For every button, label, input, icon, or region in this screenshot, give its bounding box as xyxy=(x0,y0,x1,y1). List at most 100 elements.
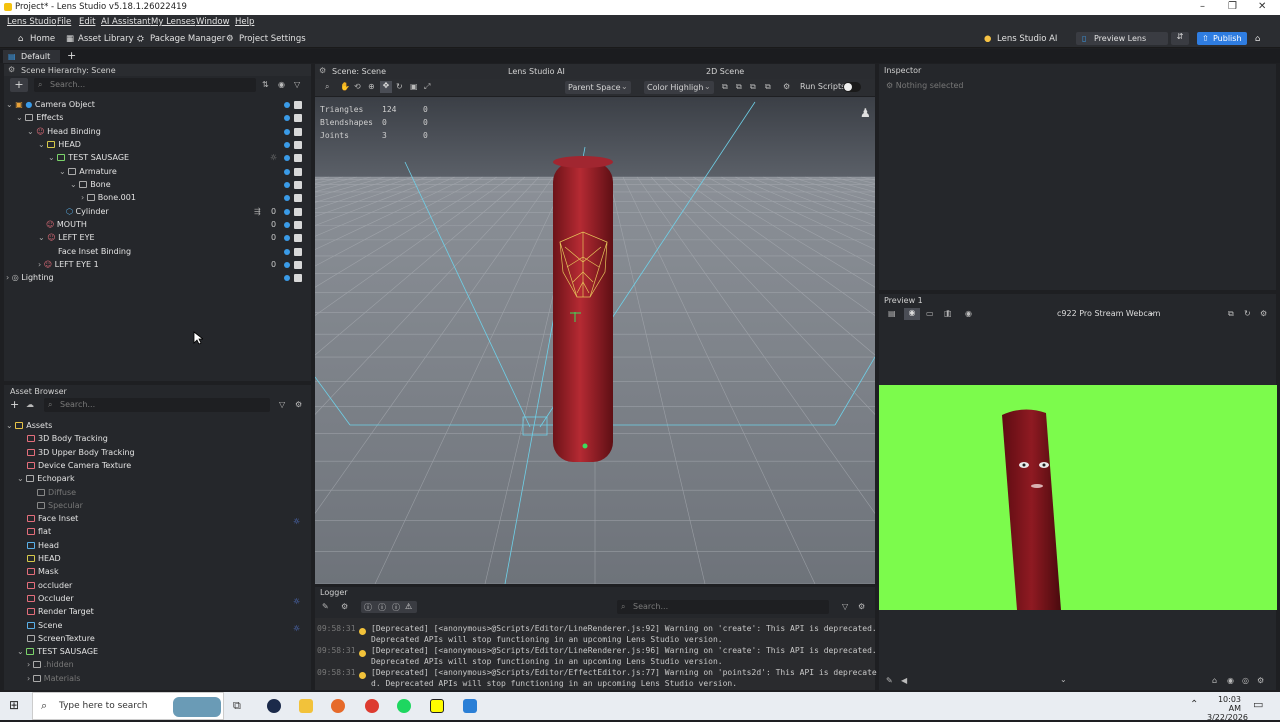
menu-my-lenses[interactable]: My Lenses xyxy=(151,17,195,27)
gear-icon[interactable]: ⚙ xyxy=(1260,309,1267,318)
asset-item[interactable]: 3D Body Tracking xyxy=(27,434,108,443)
color-highlight-dropdown[interactable]: Color Highligh ⌄ xyxy=(644,81,714,94)
tab-2d-scene[interactable]: 2D Scene xyxy=(706,67,744,76)
tree-item-head-binding[interactable]: ⌄ ☺ Head Binding xyxy=(27,127,101,136)
asset-item[interactable]: › Materials xyxy=(27,674,80,683)
device-icon[interactable]: ▤ xyxy=(888,309,896,318)
eye-icon[interactable]: ◉ xyxy=(278,80,285,89)
tree-item-lighting[interactable]: › ◎ Lighting xyxy=(6,273,54,282)
taskbar-app-icon[interactable] xyxy=(267,699,281,713)
tab-default[interactable]: ▤ Default xyxy=(3,50,60,63)
asset-item[interactable]: Diffuse xyxy=(37,488,76,497)
camera-front-icon[interactable]: ◉ xyxy=(904,308,920,320)
logger-search-input[interactable]: ⌕ Search... xyxy=(617,600,829,614)
tree-item-mouth[interactable]: ☺ MOUTH xyxy=(46,220,87,229)
taskbar-search-input[interactable]: ⌕ Type here to search xyxy=(32,692,224,720)
visibility-checkbox[interactable] xyxy=(294,234,302,242)
visibility-checkbox[interactable] xyxy=(294,114,302,122)
camera-icon[interactable]: ⧉ xyxy=(750,82,756,92)
asset-item[interactable]: Specular xyxy=(37,501,83,510)
hierarchy-search-input[interactable]: ⌕ Search... xyxy=(34,78,256,92)
menu-lens-studio[interactable]: Lens Studio xyxy=(7,17,56,27)
add-tab-icon[interactable]: + xyxy=(67,49,76,62)
asset-item[interactable]: occluder xyxy=(27,581,72,590)
chevron-down-icon[interactable]: ⌄ xyxy=(17,647,26,656)
visibility-checkbox[interactable] xyxy=(294,261,302,269)
file-explorer-icon[interactable] xyxy=(299,699,313,713)
visibility-checkbox[interactable] xyxy=(294,141,302,149)
visibility-checkbox[interactable] xyxy=(294,194,302,202)
rect-icon[interactable]: ⤢ xyxy=(424,82,430,92)
asset-item[interactable]: ScreenTexture xyxy=(27,634,95,643)
asset-item[interactable]: Device Camera Texture xyxy=(27,461,131,470)
chevron-right-icon[interactable]: › xyxy=(27,674,33,683)
asset-item[interactable]: 3D Upper Body Tracking xyxy=(27,448,135,457)
warning-filter-icon[interactable]: ⚠ xyxy=(405,602,412,611)
tree-item-test-sausage[interactable]: ⌄ TEST SAUSAGE xyxy=(48,153,129,162)
menu-ai-assistant[interactable]: AI Assistant xyxy=(101,17,151,27)
filter-icon[interactable]: ▽ xyxy=(294,80,300,89)
asset-library-button[interactable]: Asset Library xyxy=(78,34,134,44)
asset-item[interactable]: Face Inset xyxy=(27,514,78,523)
chat-icon[interactable]: ▭ xyxy=(926,309,934,318)
copy-icon[interactable]: ⧉ xyxy=(1228,309,1234,319)
tree-item-left-eye[interactable]: ⌄ ☺ LEFT EYE xyxy=(38,233,95,242)
tree-item-left-eye-1[interactable]: › ☺ LEFT EYE 1 xyxy=(38,260,99,269)
record-icon[interactable]: ◉ xyxy=(1227,676,1234,685)
scene-viewport[interactable]: ♟ xyxy=(315,97,875,584)
visibility-checkbox[interactable] xyxy=(294,128,302,136)
asset-search-input[interactable]: ⌕ Search... xyxy=(44,398,270,412)
visibility-checkbox[interactable] xyxy=(294,168,302,176)
asset-item[interactable]: Scene xyxy=(27,621,62,630)
chevron-right-icon[interactable]: › xyxy=(27,660,33,669)
gear-icon[interactable]: ⚙ xyxy=(341,602,348,611)
preview-options-icon[interactable]: ⇵ xyxy=(1171,32,1189,45)
tray-chevron-icon[interactable]: ⌃ xyxy=(1190,699,1198,710)
asset-item[interactable]: › .hidden xyxy=(27,660,74,669)
package-manager-button[interactable]: Package Manager xyxy=(150,34,225,44)
hand-icon[interactable]: ✋ xyxy=(340,82,350,91)
tree-item-effects[interactable]: ⌄ Effects xyxy=(16,113,63,122)
orbit-icon[interactable]: ⟲ xyxy=(354,82,361,91)
menu-window[interactable]: Window xyxy=(196,17,230,27)
visibility-checkbox[interactable] xyxy=(294,274,302,282)
view-icon[interactable]: ⧉ xyxy=(722,82,728,92)
viewport-camera-icon[interactable]: ♟ xyxy=(860,106,871,120)
clear-icon[interactable]: ✎ xyxy=(322,602,329,611)
tab-scene[interactable]: Scene: Scene xyxy=(332,67,386,76)
tab-lens-studio-ai[interactable]: Lens Studio AI xyxy=(508,67,565,76)
asset-item[interactable]: ⌄ TEST SAUSAGE xyxy=(17,647,98,656)
rotate-icon[interactable]: ↻ xyxy=(396,82,403,91)
scale-icon[interactable]: ▣ xyxy=(410,82,418,91)
grid-icon[interactable]: ⧉ xyxy=(736,82,742,92)
visibility-checkbox[interactable] xyxy=(294,101,302,109)
visibility-checkbox[interactable] xyxy=(294,208,302,216)
tree-item-head[interactable]: ⌄ HEAD xyxy=(38,140,81,149)
gear-icon[interactable]: ⚙ xyxy=(783,82,790,91)
visibility-checkbox[interactable] xyxy=(294,221,302,229)
reset-icon[interactable]: ↻ xyxy=(1244,309,1251,318)
snapshot-icon[interactable]: ◎ xyxy=(1242,676,1249,685)
asset-item[interactable]: HEAD xyxy=(27,554,61,563)
tree-item-bone[interactable]: ⌄ Bone xyxy=(70,180,111,189)
zoom-icon[interactable]: ⌕ xyxy=(325,82,329,92)
project-settings-button[interactable]: Project Settings xyxy=(239,34,306,44)
tree-item-camera-object[interactable]: ⌄ ▣ ● Camera Object xyxy=(6,100,95,109)
light-icon[interactable]: ⧉ xyxy=(765,82,771,92)
add-asset-icon[interactable]: + xyxy=(10,398,19,411)
hierarchy-sort-icon[interactable]: ⇅ xyxy=(262,80,269,89)
cloud-icon[interactable]: ☁ xyxy=(26,400,34,409)
minimize-icon[interactable]: – xyxy=(1200,1,1205,12)
task-view-icon[interactable]: ⧉ xyxy=(233,699,241,713)
webcam-dropdown[interactable]: c922 Pro Stream Webcam xyxy=(1057,309,1160,318)
visibility-checkbox[interactable] xyxy=(294,181,302,189)
taskbar-clock[interactable]: 10:03 AM 3/22/2026 xyxy=(1207,695,1248,722)
tree-item-cylinder[interactable]: ⬡ Cylinder xyxy=(66,207,109,216)
gear-icon[interactable]: ⚙ xyxy=(295,400,302,409)
windows-start-icon[interactable]: ⊞ xyxy=(9,698,19,712)
preview-lens-button[interactable]: ▯ Preview Lens xyxy=(1076,32,1168,45)
spotify-icon[interactable] xyxy=(397,699,411,713)
log-level-filters[interactable]: ⓘ ⓘ ⓘ ⚠ xyxy=(361,601,417,613)
menu-edit[interactable]: Edit xyxy=(79,17,95,27)
vscode-icon[interactable] xyxy=(463,699,477,713)
